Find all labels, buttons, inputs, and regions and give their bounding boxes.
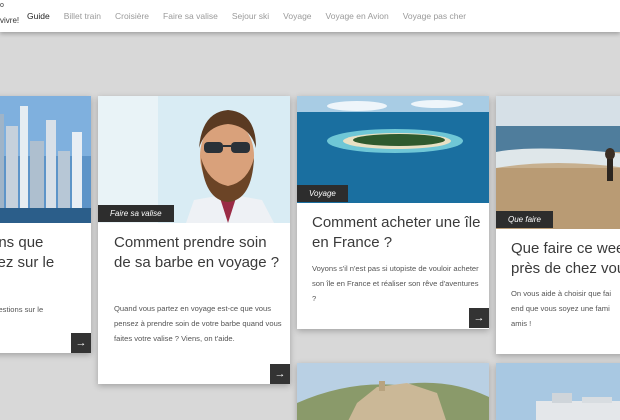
beach-image[interactable]	[496, 96, 620, 229]
nav-voyage-en-avion[interactable]: Voyage en Avion	[326, 11, 389, 21]
site-logo-fragment[interactable]: o	[0, 2, 4, 9]
article-title[interactable]: Comment prendre soin de sa barbe en voya…	[114, 233, 284, 273]
article-card[interactable]	[496, 363, 620, 420]
main-menu: Guide Billet train Croisière Faire sa va…	[27, 11, 480, 21]
city-skyline-image[interactable]	[0, 96, 91, 223]
read-more-button[interactable]: →	[270, 364, 290, 384]
top-navigation-bar: o vivre! Guide Billet train Croisière Fa…	[0, 0, 620, 32]
article-card[interactable]	[297, 363, 489, 420]
read-more-button[interactable]: →	[71, 333, 91, 353]
article-excerpt: questions sur le	[0, 305, 44, 314]
article-card[interactable]: Faire sa valise Comment prendre soin de …	[98, 96, 290, 384]
site-tagline[interactable]: vivre!	[0, 16, 19, 25]
nav-croisiere[interactable]: Croisière	[115, 11, 149, 21]
category-badge[interactable]: Voyage	[297, 185, 348, 202]
article-title[interactable]: ons que sez sur le	[0, 233, 91, 273]
article-excerpt: Voyons s'il n'est pas si utopiste de vou…	[312, 264, 479, 303]
nav-faire-sa-valise[interactable]: Faire sa valise	[163, 11, 218, 21]
read-more-button[interactable]: →	[469, 308, 489, 328]
nav-guide[interactable]: Guide	[27, 11, 50, 21]
article-card[interactable]: Voyage Comment acheter une île en France…	[297, 96, 489, 329]
hill-village-image[interactable]	[297, 363, 489, 420]
article-title[interactable]: Que faire ce wee près de chez vou	[511, 239, 620, 279]
article-excerpt: Quand vous partez en voyage est-ce que v…	[114, 304, 282, 343]
bearded-man-image[interactable]	[98, 96, 290, 223]
article-card[interactable]: ons que sez sur le questions sur le →	[0, 96, 91, 353]
harbor-buildings-image[interactable]	[496, 363, 620, 420]
article-title[interactable]: Comment acheter une île en France ?	[312, 213, 482, 253]
nav-sejour-ski[interactable]: Sejour ski	[232, 11, 269, 21]
nav-voyage-pas-cher[interactable]: Voyage pas cher	[403, 11, 466, 21]
nav-voyage[interactable]: Voyage	[283, 11, 311, 21]
category-badge[interactable]: Faire sa valise	[98, 205, 174, 222]
nav-billet-train[interactable]: Billet train	[64, 11, 101, 21]
article-card[interactable]: Que faire Que faire ce wee près de chez …	[496, 96, 620, 354]
category-badge[interactable]: Que faire	[496, 211, 553, 228]
article-excerpt: On vous aide à choisir que fai end que v…	[511, 289, 612, 328]
